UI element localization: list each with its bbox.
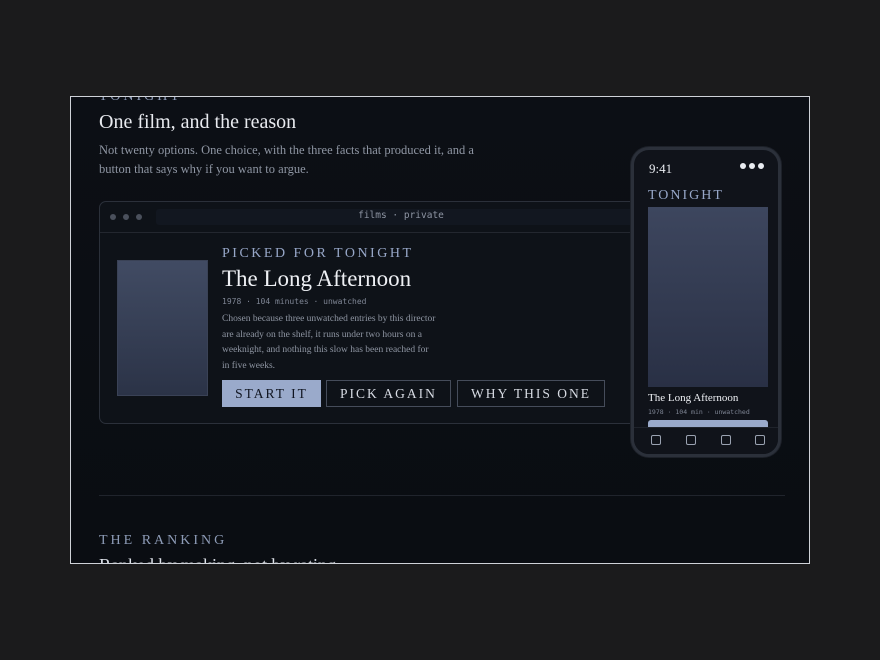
ranking-title: Ranked by making, not by rating [99, 555, 336, 563]
section-eyebrow: TONIGHT [99, 96, 182, 104]
pick-again-button[interactable]: PICK AGAIN [326, 380, 451, 407]
signal-dots-icon [740, 163, 764, 169]
window-titlebar: films · private [100, 202, 660, 233]
page-surface: TONIGHT One film, and the reason Not twe… [71, 97, 809, 563]
tab-icon[interactable] [721, 435, 731, 445]
tab-icon[interactable] [755, 435, 765, 445]
window-dot-icon [110, 214, 116, 220]
ranking-eyebrow: THE RANKING [99, 533, 228, 548]
film-meta: 1978 · 104 minutes · unwatched [222, 297, 367, 306]
address-text: films · private [358, 210, 444, 221]
tab-icon[interactable] [686, 435, 696, 445]
content-frame: TONIGHT One film, and the reason Not twe… [70, 96, 810, 564]
window-dot-icon [123, 214, 129, 220]
section-divider [99, 495, 785, 496]
window-dot-icon [136, 214, 142, 220]
why-this-one-button[interactable]: WHY THIS ONE [457, 380, 605, 407]
phone-tab-bar [634, 427, 778, 454]
tab-icon[interactable] [651, 435, 661, 445]
start-button[interactable]: START IT [222, 380, 321, 407]
phone-film-title: The Long Afternoon [648, 392, 739, 404]
film-title: The Long Afternoon [222, 266, 412, 291]
status-time: 9:41 [649, 161, 673, 176]
picked-label: PICKED FOR TONIGHT [222, 246, 414, 261]
browser-window: films · private PICKED FOR TONIGHT The L… [99, 201, 661, 424]
phone-film-poster [648, 207, 768, 387]
phone-mockup: 9:41 TONIGHT The Long Afternoon 1978 · 1… [631, 147, 781, 457]
pick-reason: Chosen because three unwatched entries b… [222, 314, 436, 371]
film-poster [117, 260, 208, 396]
section-title: One film, and the reason [99, 111, 297, 133]
address-bar[interactable]: films · private [156, 209, 646, 225]
phone-film-meta: 1978 · 104 min · unwatched [648, 408, 750, 416]
phone-section-label: TONIGHT [648, 188, 724, 203]
section-description: Not twenty options. One choice, with the… [99, 143, 474, 176]
